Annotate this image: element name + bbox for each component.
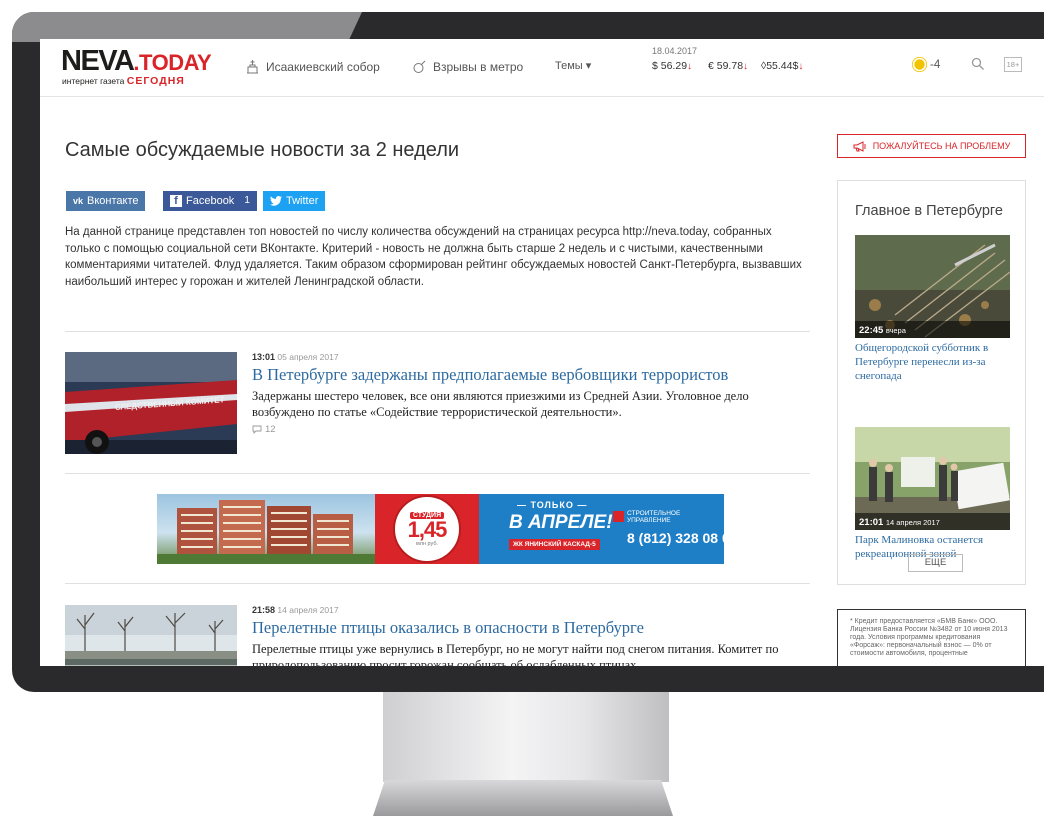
- banner-only-text: — ТОЛЬКО —: [517, 500, 588, 510]
- comment-count: 12: [265, 424, 276, 435]
- sidebar-title: Главное в Петербурге: [855, 203, 1003, 219]
- search-icon[interactable]: [970, 56, 986, 72]
- sidebar-news-image-rake: 22:45 вчера: [855, 235, 1010, 338]
- site-logo[interactable]: NEVA.TODAY интернет газета СЕГОДНЯ: [61, 46, 221, 90]
- nav-item-metro-explosions[interactable]: Взрывы в метро: [412, 59, 523, 74]
- sidebar-news-item[interactable]: 21:01 14 апреля 2017 Парк Малиновка оста…: [855, 427, 1010, 561]
- divider: [65, 331, 810, 332]
- nav-label: Темы ▾: [555, 60, 592, 72]
- nav-label: Взрывы в метро: [433, 59, 524, 74]
- sidebar-news-image-park-rally: 21:01 14 апреля 2017: [855, 427, 1010, 530]
- article-thumbnail[interactable]: СЛЕДСТВЕННЫЙ КОМИТЕТ: [65, 352, 237, 454]
- site-header: NEVA.TODAY интернет газета СЕГОДНЯ Исаак…: [40, 39, 1044, 97]
- more-news-button[interactable]: ЕЩЕ: [908, 554, 963, 572]
- logo-neva: NEVA: [61, 45, 135, 77]
- weather-temp: -4: [930, 58, 941, 71]
- share-twitter-label: Twitter: [286, 195, 319, 207]
- share-vk-label: Вконтакте: [87, 195, 139, 207]
- sidebar-main-news: Главное в Петербурге 22:45 вчера Общегор…: [837, 180, 1026, 585]
- nav-item-isaac-cathedral[interactable]: Исаакиевский собор: [245, 59, 380, 74]
- sidebar-news-time: 22:45 вчера: [859, 325, 906, 336]
- banner-april-text: В АПРЕЛЕ!: [509, 512, 613, 533]
- weather-widget[interactable]: -4: [913, 58, 940, 71]
- vk-icon: vk: [73, 196, 84, 206]
- monitor-stand-neck: [383, 692, 669, 782]
- article-meta: 21:58 14 апреля 2017: [252, 605, 339, 615]
- rate-eur: € 59.78↓: [708, 60, 749, 72]
- logo-subtitle: интернет газета СЕГОДНЯ: [62, 75, 185, 87]
- banner-building-image: [157, 494, 375, 564]
- report-problem-button[interactable]: ПОЖАЛУЙТЕСЬ НА ПРОБЛЕМУ: [837, 134, 1026, 158]
- megaphone-icon: [853, 140, 866, 152]
- banner-project-name: ЖК ЯНИНСКИЙ КАСКАД-5: [509, 539, 600, 550]
- banner-phone: 8 (812) 328 08 08: [627, 530, 724, 546]
- monitor-glare: [12, 12, 362, 42]
- sun-icon: [914, 59, 925, 70]
- comment-icon: [252, 425, 262, 434]
- article-lead: Перелетные птицы уже вернулись в Петербу…: [252, 642, 779, 666]
- sidebar-news-title[interactable]: Общегородской субботник в Петербурге пер…: [855, 341, 1010, 383]
- share-facebook-button[interactable]: f Facebook 1: [163, 191, 257, 211]
- divider: [65, 583, 810, 584]
- banner-price-block: СТУДИЯ 1,45 млн руб.: [375, 494, 479, 564]
- rate-usd: $ 56.29↓: [652, 60, 693, 72]
- article-thumbnail[interactable]: [65, 605, 237, 666]
- monitor-stand-base: [373, 780, 673, 816]
- sidebar-ad-disclaimer: * Кредит предоставляется «БМВ Банк» ООО.…: [837, 609, 1026, 666]
- share-vk-button[interactable]: vk Вконтакте: [66, 191, 146, 211]
- logo-today: .TODAY: [133, 50, 212, 75]
- browser-viewport: NEVA.TODAY интернет газета СЕГОДНЯ Исаак…: [40, 39, 1044, 666]
- share-facebook-count: 1: [244, 195, 250, 206]
- cathedral-icon: [247, 60, 258, 74]
- article-image-committee-car: СЛЕДСТВЕННЫЙ КОМИТЕТ: [65, 352, 237, 454]
- current-date: 18.04.2017: [652, 46, 698, 56]
- sidebar-news-time: 21:01 14 апреля 2017: [859, 517, 940, 528]
- twitter-icon: [270, 196, 282, 206]
- article-item[interactable]: СЛЕДСТВЕННЫЙ КОМИТЕТ 13:01 05 апреля 201…: [65, 352, 815, 464]
- article-lead: Задержаны шестеро человек, все они являю…: [252, 389, 749, 419]
- banner-offer-block: — ТОЛЬКО — В АПРЕЛЕ! ЖК ЯНИНСКИЙ КАСКАД-…: [479, 494, 724, 564]
- nav-label: Исаакиевский собор: [266, 59, 380, 74]
- facebook-icon: f: [170, 195, 182, 207]
- age-rating-badge: 18+: [1004, 57, 1022, 72]
- page-title: Самые обсуждаемые новости за 2 недели: [65, 139, 460, 161]
- banner-price-circle: СТУДИЯ 1,45 млн руб.: [395, 497, 459, 561]
- advertisement-banner[interactable]: СТУДИЯ 1,45 млн руб. — ТОЛЬКО — В АПРЕЛЕ…: [157, 494, 724, 564]
- monitor-frame: NEVA.TODAY интернет газета СЕГОДНЯ Исаак…: [12, 12, 1044, 692]
- article-title-link[interactable]: В Петербурге задержаны предполагаемые ве…: [252, 365, 728, 385]
- bomb-icon: [413, 60, 426, 73]
- rate-oil: ◊55.44$↓: [761, 60, 804, 72]
- sidebar-news-item[interactable]: 22:45 вчера Общегородской субботник в Пе…: [855, 235, 1010, 383]
- article-item[interactable]: 21:58 14 апреля 2017 Перелетные птицы ок…: [65, 605, 815, 666]
- article-image-winter-park: [65, 605, 237, 666]
- report-problem-label: ПОЖАЛУЙТЕСЬ НА ПРОБЛЕМУ: [872, 141, 1011, 151]
- article-title-link[interactable]: Перелетные птицы оказались в опасности в…: [252, 618, 644, 638]
- nav-item-topics[interactable]: Темы ▾: [555, 59, 591, 72]
- divider: [65, 473, 810, 474]
- article-meta: 13:01 05 апреля 2017: [252, 352, 339, 362]
- share-twitter-button[interactable]: Twitter: [263, 191, 326, 211]
- banner-company-name: СТРОИТЕЛЬНОЕ УПРАВЛЕНИЕ: [613, 510, 687, 524]
- article-comments[interactable]: 12: [252, 424, 276, 435]
- intro-text: На данной странице представлен топ новос…: [65, 226, 802, 288]
- share-facebook-label: Facebook: [186, 195, 235, 207]
